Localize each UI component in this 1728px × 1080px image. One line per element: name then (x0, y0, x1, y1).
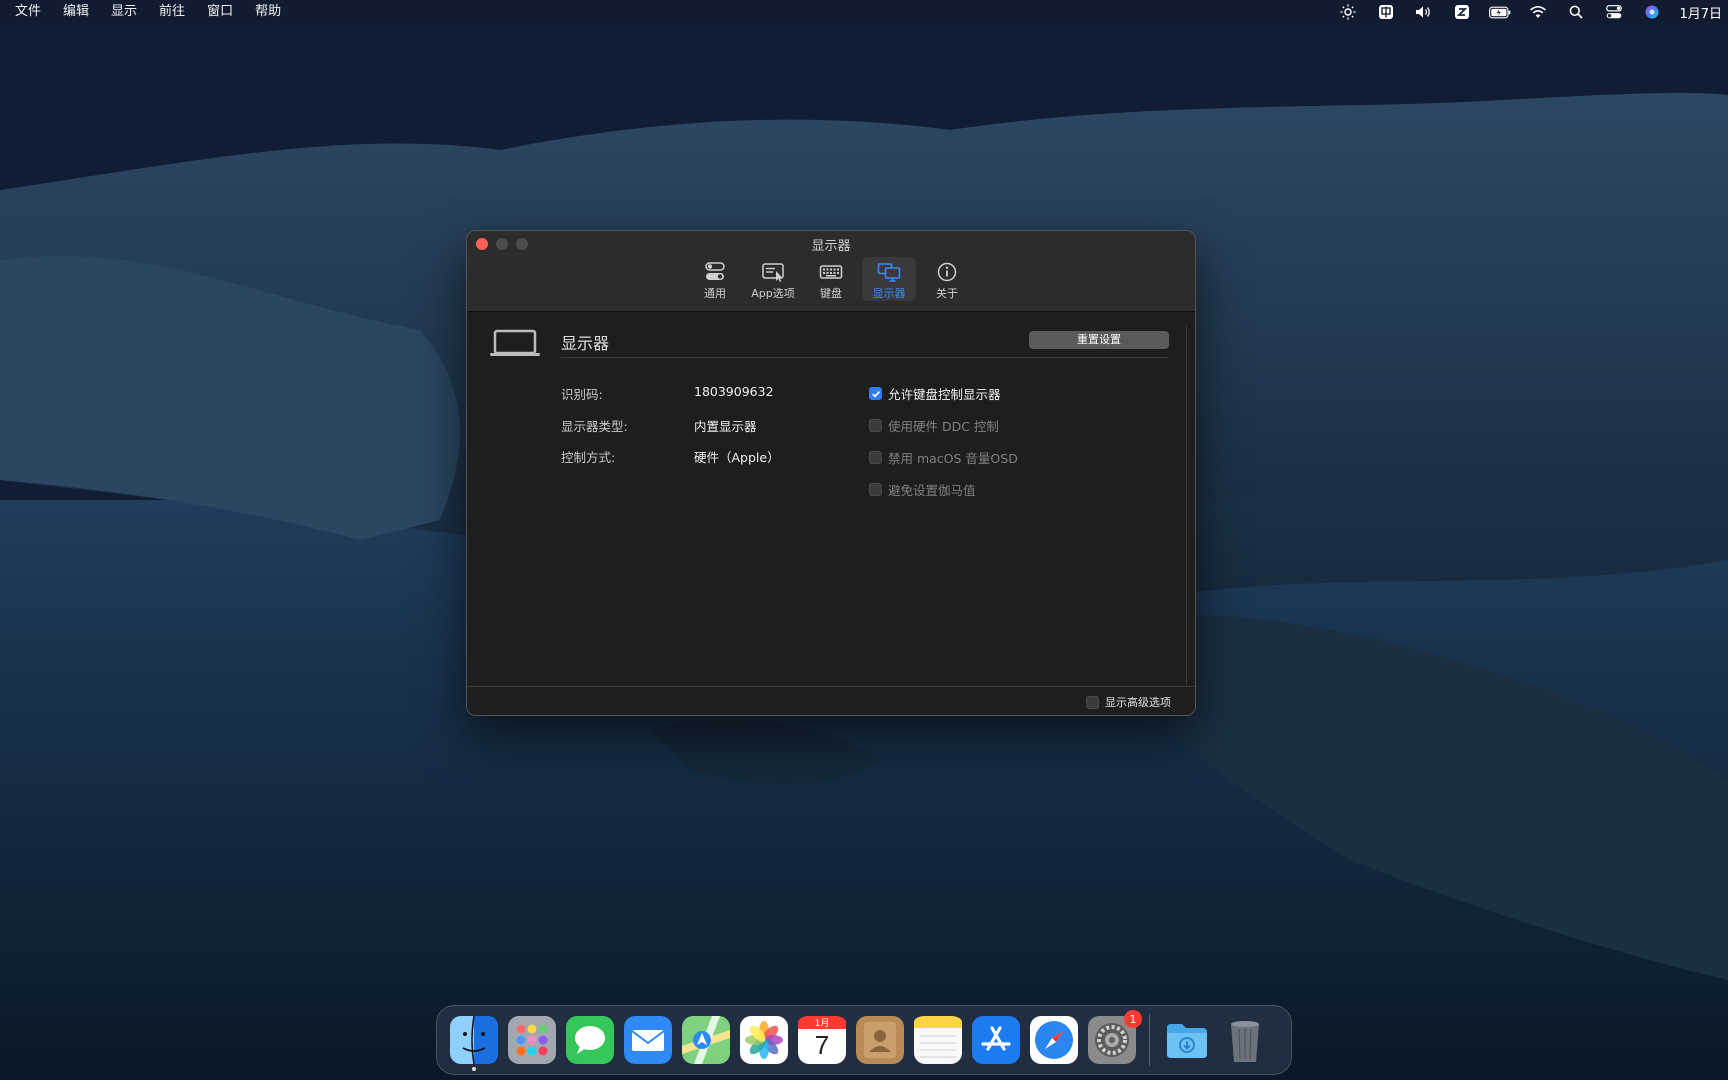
tab-about[interactable]: 关于 (920, 257, 974, 301)
disable-volume-osd-label: 禁用 macOS 音量OSD (888, 451, 1018, 466)
disable-volume-osd-checkbox[interactable]: 禁用 macOS 音量OSD (869, 448, 1018, 467)
tab-displays[interactable]: 显示器 (862, 257, 916, 301)
safari-icon (1030, 1016, 1078, 1064)
checkbox-box (869, 451, 882, 464)
launchpad-icon (508, 1016, 556, 1064)
contacts-icon (856, 1016, 904, 1064)
app-status-icon[interactable] (1451, 0, 1473, 24)
allow-keyboard-control-label: 允许键盘控制显示器 (888, 387, 1001, 402)
dock-maps[interactable] (682, 1016, 730, 1064)
downloads-folder-icon (1167, 1024, 1207, 1058)
hardware-ddc-checkbox[interactable]: 使用硬件 DDC 控制 (869, 416, 999, 435)
mail-icon (624, 1016, 672, 1064)
dock-notes[interactable] (914, 1016, 962, 1064)
spotlight-search-icon[interactable] (1565, 0, 1587, 24)
siri-icon[interactable] (1641, 0, 1663, 24)
dock-separator (1149, 1014, 1150, 1066)
window-footer: 显示高级选项 (467, 686, 1195, 715)
toggles-icon (705, 262, 725, 280)
maps-icon (682, 1016, 730, 1064)
dock-photos[interactable] (740, 1016, 788, 1064)
window-title: 显示器 (811, 239, 851, 254)
trash-icon (1231, 1021, 1259, 1062)
menu-edit[interactable]: 编辑 (52, 0, 100, 24)
dock-system-preferences[interactable]: 1 (1088, 1010, 1142, 1064)
dock-messages[interactable] (566, 1016, 614, 1064)
checkbox-box (1086, 695, 1099, 709)
tab-app-options[interactable]: App选项 (746, 257, 800, 301)
control-center-icon[interactable] (1603, 0, 1625, 24)
checkbox-box (869, 483, 882, 496)
dock-contacts[interactable] (856, 1016, 904, 1064)
scrollbar-track[interactable] (1186, 326, 1187, 687)
battery-icon[interactable] (1489, 0, 1511, 24)
display-type-value: 内置显示器 (694, 419, 757, 434)
messages-icon (566, 1016, 614, 1064)
input-method-icon[interactable] (1375, 0, 1397, 24)
avoid-gamma-label: 避免设置伽马值 (888, 483, 976, 498)
running-indicator (472, 1067, 476, 1071)
tab-keyboard-label: 键盘 (820, 287, 842, 300)
tab-general[interactable]: 通用 (688, 257, 742, 301)
laptop-icon (490, 329, 540, 356)
calendar-day: 7 (814, 1030, 830, 1060)
display-name-title: 显示器 (561, 334, 610, 353)
tab-general-label: 通用 (704, 287, 726, 300)
display-settings-panel: 显示器 重置设置 识别码: 1803909632 显示器类型: 内置显示器 控制… (467, 312, 1195, 687)
preferences-toolbar: 通用 App选项 键盘 显示器 关于 (467, 257, 1195, 301)
checkmark-icon (869, 387, 882, 400)
menubar-clock[interactable]: 1月7日 (1679, 3, 1728, 22)
display-type-label: 显示器类型: (561, 419, 628, 434)
displays-preferences-window: 显示器 通用 App选项 键盘 显示器 关于 显示器 重置设置 识别码: 180… (466, 230, 1196, 716)
dock-launchpad[interactable] (508, 1016, 556, 1064)
app-options-icon (762, 263, 784, 282)
keyboard-icon (819, 265, 843, 279)
window-titlebar: 显示器 通用 App选项 键盘 显示器 关于 (467, 231, 1195, 312)
identifier-value: 1803909632 (694, 384, 774, 399)
avoid-gamma-checkbox[interactable]: 避免设置伽马值 (869, 480, 976, 499)
dock-app-store[interactable] (972, 1016, 1020, 1064)
wifi-icon[interactable] (1527, 0, 1549, 24)
control-method-value: 硬件（Apple） (694, 450, 780, 465)
dock-safari[interactable] (1030, 1016, 1078, 1064)
tab-displays-label: 显示器 (872, 287, 906, 300)
displays-icon (877, 263, 901, 282)
notes-icon (914, 1016, 962, 1064)
notification-badge: 1 (1124, 1010, 1142, 1028)
show-advanced-options-checkbox[interactable]: 显示高级选项 (1086, 694, 1171, 710)
menu-go[interactable]: 前往 (148, 0, 196, 24)
menu-help[interactable]: 帮助 (244, 0, 292, 24)
show-advanced-options-label: 显示高级选项 (1105, 696, 1171, 709)
tab-about-label: 关于 (936, 287, 958, 300)
dock-trash[interactable] (1221, 1016, 1269, 1064)
dock-downloads[interactable] (1163, 1016, 1211, 1064)
dock-calendar[interactable]: 1月 7 (798, 1016, 846, 1064)
finder-icon (450, 1016, 498, 1064)
section-divider (561, 357, 1169, 358)
control-method-label: 控制方式: (561, 450, 616, 465)
dock-finder[interactable] (450, 1016, 498, 1071)
info-icon (937, 262, 957, 282)
menu-window[interactable]: 窗口 (196, 0, 244, 24)
menu-file[interactable]: 文件 (4, 0, 52, 24)
reset-settings-button[interactable]: 重置设置 (1029, 331, 1169, 349)
app-store-icon (972, 1016, 1020, 1064)
dock: 1月 7 1 (436, 1005, 1292, 1075)
photos-icon (740, 1016, 788, 1064)
menu-view[interactable]: 显示 (100, 0, 148, 24)
tab-keyboard[interactable]: 键盘 (804, 257, 858, 301)
checkbox-box (869, 419, 882, 432)
brightness-icon[interactable] (1337, 0, 1359, 24)
volume-icon[interactable] (1413, 0, 1435, 24)
hardware-ddc-label: 使用硬件 DDC 控制 (888, 419, 999, 434)
identifier-label: 识别码: (561, 387, 603, 402)
menu-bar: 文件 编辑 显示 前往 窗口 帮助 1月7日 (0, 0, 1728, 24)
tab-app-options-label: App选项 (751, 287, 795, 300)
dock-mail[interactable] (624, 1016, 672, 1064)
allow-keyboard-control-checkbox[interactable]: 允许键盘控制显示器 (869, 384, 1001, 403)
calendar-month: 1月 (814, 1019, 830, 1029)
